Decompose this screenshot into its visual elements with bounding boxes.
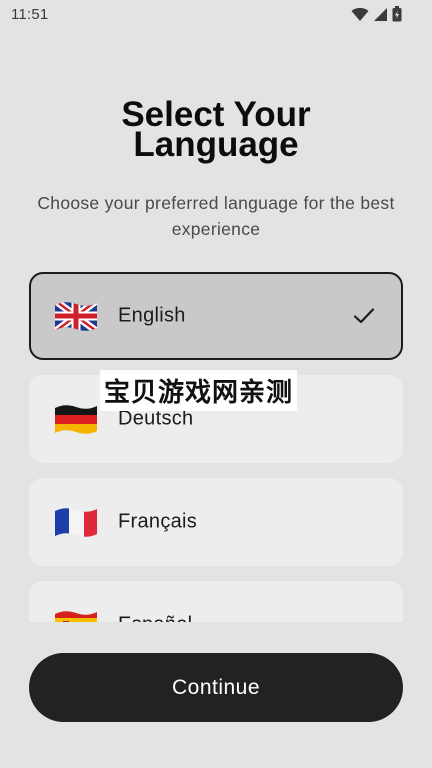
status-bar: 11:51 — [0, 0, 432, 30]
checkmark-icon — [353, 308, 375, 324]
language-label: Español — [118, 614, 192, 623]
language-select-screen: 11:51 Select Your Language Choose your p… — [0, 0, 432, 768]
wifi-icon — [351, 7, 369, 22]
language-option-francais[interactable]: Français — [29, 478, 403, 566]
battery-icon — [392, 6, 402, 22]
title-line-2: Language — [133, 125, 299, 164]
status-time: 11:51 — [11, 6, 49, 23]
germany-flag-icon — [55, 405, 97, 434]
language-option-english[interactable]: English — [29, 272, 403, 360]
status-icons — [351, 6, 402, 22]
uk-flag-icon — [55, 302, 97, 331]
cellular-signal-icon — [373, 7, 388, 22]
france-flag-icon — [55, 508, 97, 537]
language-option-espanol[interactable]: Español — [29, 581, 403, 622]
language-list[interactable]: English Deutsch Français — [0, 264, 432, 622]
continue-button[interactable]: Continue — [29, 653, 403, 722]
page-title: Select Your Language — [0, 97, 432, 164]
spain-flag-icon — [55, 611, 97, 622]
language-label: Français — [118, 510, 198, 533]
page-subtitle: Choose your preferred language for the b… — [37, 193, 395, 239]
watermark-overlay: 宝贝游戏网亲测 — [100, 370, 298, 411]
language-label: English — [118, 304, 186, 327]
